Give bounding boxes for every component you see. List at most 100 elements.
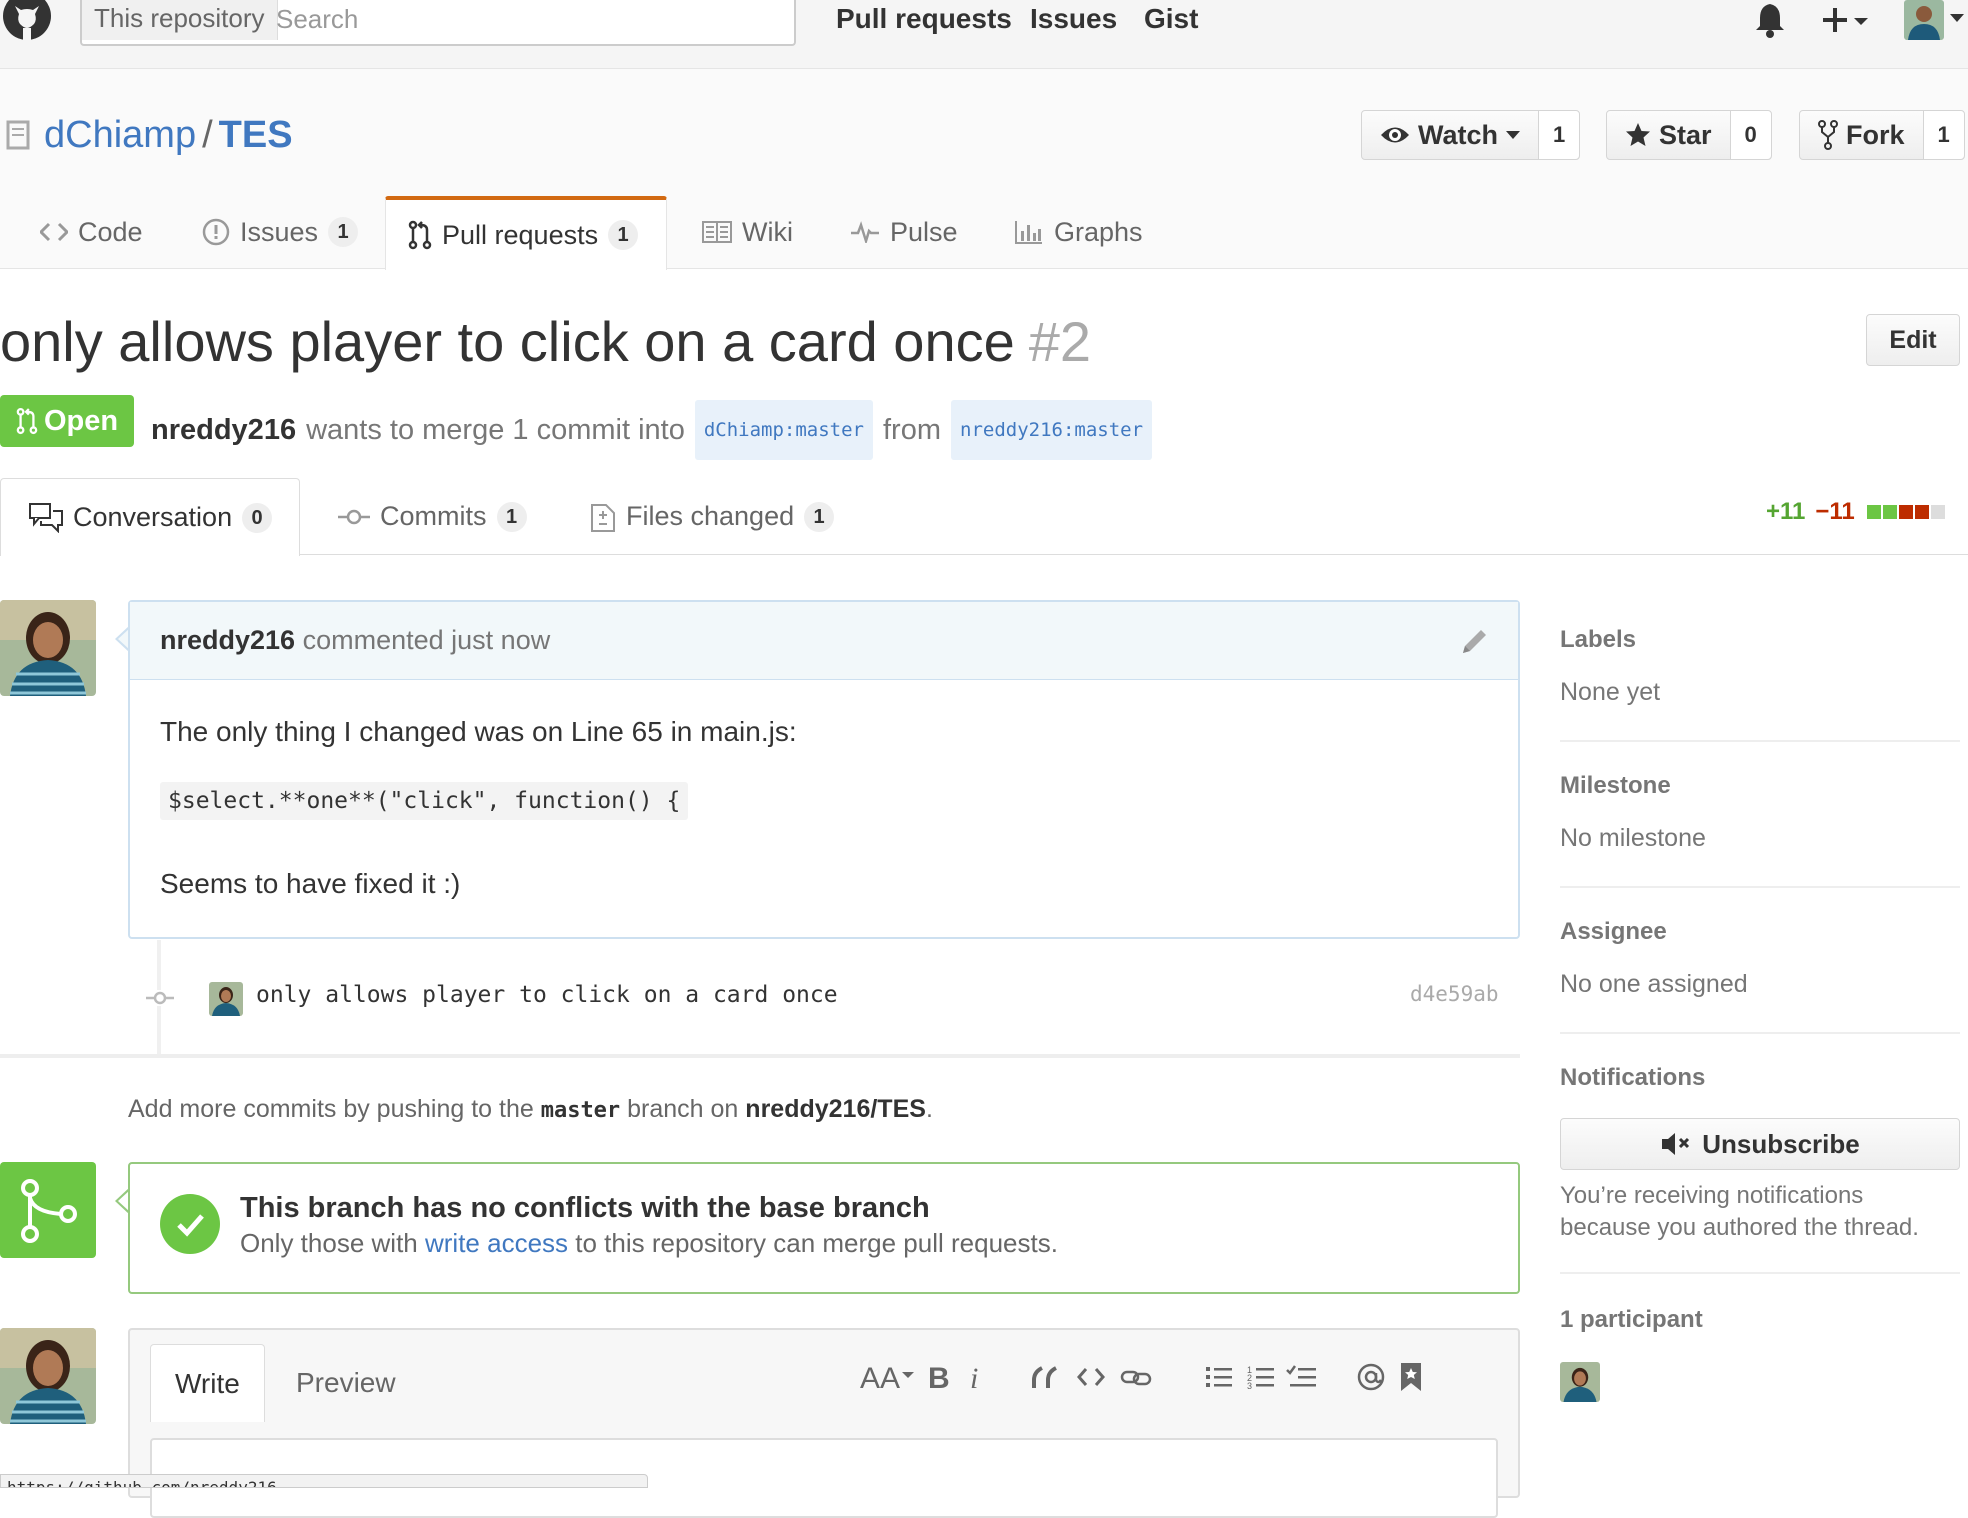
timeline-divider xyxy=(0,1054,1520,1058)
repo-title-separator: / xyxy=(202,114,213,156)
star-count[interactable]: 0 xyxy=(1729,111,1771,159)
pr-merge-text: wants to merge 1 commit into xyxy=(306,414,685,446)
repo-tab-pulse[interactable]: Pulse xyxy=(828,196,980,268)
pr-author-link[interactable]: nreddy216 xyxy=(151,409,296,451)
comment-code-text: $select.**one**("click", function() { xyxy=(160,782,689,820)
repo-tab-graphs[interactable]: Graphs xyxy=(992,196,1165,268)
merge-sub-pre: Only those with xyxy=(240,1228,418,1258)
nav-issues[interactable]: Issues xyxy=(1030,0,1117,38)
ordered-list-icon[interactable]: 123 xyxy=(1246,1362,1276,1392)
composer-preview-tab[interactable]: Preview xyxy=(272,1344,420,1422)
nav-gist[interactable]: Gist xyxy=(1144,0,1198,38)
watch-caret-icon xyxy=(1506,130,1520,140)
unsubscribe-button[interactable]: Unsubscribe xyxy=(1560,1118,1960,1170)
pr-tab-commits-count: 1 xyxy=(496,501,527,532)
link-icon[interactable] xyxy=(1120,1362,1154,1392)
text-size-icon[interactable]: AA xyxy=(860,1362,916,1392)
push-hint: Add more commits by pushing to the maste… xyxy=(128,1095,933,1124)
repo-title: dChiamp / TES xyxy=(44,112,293,158)
git-commit-icon xyxy=(338,509,370,525)
comment-author-link[interactable]: nreddy216 xyxy=(160,625,295,655)
code-icon[interactable] xyxy=(1076,1362,1106,1392)
commit-sha-link[interactable]: d4e59ab xyxy=(1410,982,1499,1006)
notifications-bell-icon[interactable] xyxy=(1754,2,1786,38)
watch-count[interactable]: 1 xyxy=(1538,111,1580,159)
repo-name-link[interactable]: TES xyxy=(219,114,293,156)
edit-pencil-icon[interactable] xyxy=(1460,626,1490,656)
italic-icon[interactable]: i xyxy=(968,1362,984,1392)
comment-author-avatar[interactable] xyxy=(0,600,96,696)
diffstat-blocks xyxy=(1865,498,1945,526)
pulse-icon xyxy=(850,221,880,243)
task-list-icon[interactable] xyxy=(1286,1362,1318,1392)
sidebar-milestone-heading[interactable]: Milestone xyxy=(1560,772,1671,800)
pr-state-label: Open xyxy=(43,404,119,437)
check-circle-icon xyxy=(160,1194,220,1254)
bold-icon[interactable]: B xyxy=(928,1362,952,1392)
svg-text:3: 3 xyxy=(1247,1381,1252,1391)
repo-owner-link[interactable]: dChiamp xyxy=(44,114,196,156)
commit-message-link[interactable]: only allows player to click on a card on… xyxy=(256,982,838,1008)
push-hint-mid: branch on xyxy=(627,1095,739,1123)
commit-author-avatar[interactable] xyxy=(209,982,243,1016)
repo-tab-code[interactable]: Code xyxy=(18,196,165,268)
pr-tab-conversation[interactable]: Conversation 0 xyxy=(0,478,300,556)
sidebar-assignee-heading[interactable]: Assignee xyxy=(1560,918,1667,946)
unsubscribe-label: Unsubscribe xyxy=(1702,1128,1860,1159)
merge-status-box: This branch has no conflicts with the ba… xyxy=(128,1162,1520,1294)
github-logo-icon[interactable] xyxy=(2,0,60,48)
composer-write-tab[interactable]: Write xyxy=(150,1344,265,1422)
nav-pull-requests[interactable]: Pull requests xyxy=(836,0,1012,38)
svg-text:AA: AA xyxy=(860,1362,900,1392)
search-box[interactable]: This repository xyxy=(80,0,796,46)
repo-tab-code-label: Code xyxy=(78,216,143,247)
repo-tab-pull-requests-label: Pull requests xyxy=(442,219,599,250)
notifications-reason: You’re receiving notifications because y… xyxy=(1560,1182,1919,1241)
svg-text:B: B xyxy=(928,1362,950,1392)
merge-status-subtitle: Only those with write access to this rep… xyxy=(240,1228,1058,1259)
fork-icon xyxy=(1818,120,1838,150)
repo-tab-pull-requests-count: 1 xyxy=(608,220,639,250)
mention-icon[interactable] xyxy=(1356,1362,1386,1392)
watch-label: Watch xyxy=(1418,119,1498,150)
git-commit-icon xyxy=(146,990,174,1006)
saved-reply-icon[interactable] xyxy=(1400,1362,1422,1392)
head-branch-ref[interactable]: nreddy216:master xyxy=(951,400,1153,460)
search-scope-label: This repository xyxy=(82,0,278,40)
repo-tab-issues[interactable]: Issues 1 xyxy=(180,196,380,268)
comment-timestamp[interactable]: commented just now xyxy=(303,625,551,655)
pr-tab-commits[interactable]: Commits 1 xyxy=(310,478,555,555)
pr-tab-files-changed[interactable]: Files changed 1 xyxy=(562,478,862,555)
user-avatar[interactable] xyxy=(1904,0,1944,40)
repo-tab-issues-label: Issues xyxy=(240,216,319,247)
watch-button-group: Watch 1 xyxy=(1361,110,1581,160)
repo-tab-pulse-label: Pulse xyxy=(890,216,958,247)
sidebar-divider xyxy=(1560,886,1960,888)
search-input[interactable] xyxy=(274,0,778,38)
write-access-link[interactable]: write access xyxy=(425,1228,568,1258)
comment-box: nreddy216 commented just now The only th… xyxy=(128,600,1520,939)
pr-meta: nreddy216 wants to merge 1 commit into d… xyxy=(151,400,1153,460)
repo-tab-pull-requests[interactable]: Pull requests 1 xyxy=(385,196,667,270)
file-diff-icon xyxy=(590,501,616,533)
create-new-plus-icon[interactable] xyxy=(1822,6,1872,36)
quote-icon[interactable] xyxy=(1030,1362,1060,1392)
base-branch-ref[interactable]: dChiamp:master xyxy=(694,400,873,460)
participant-avatar[interactable] xyxy=(1560,1362,1600,1402)
user-menu-caret-icon[interactable] xyxy=(1950,14,1964,24)
star-button[interactable]: Star xyxy=(1607,111,1730,159)
sidebar-milestone-value: No milestone xyxy=(1560,824,1706,852)
edit-title-button[interactable]: Edit xyxy=(1866,314,1960,366)
sidebar-labels-heading[interactable]: Labels xyxy=(1560,626,1636,654)
fork-button[interactable]: Fork xyxy=(1800,111,1923,159)
repo-tab-wiki[interactable]: Wiki xyxy=(680,196,815,268)
viewer-avatar[interactable] xyxy=(0,1328,96,1424)
repo-tab-graphs-label: Graphs xyxy=(1054,216,1143,247)
issue-opened-icon xyxy=(202,218,230,246)
watch-button[interactable]: Watch xyxy=(1362,111,1538,159)
svg-text:i: i xyxy=(970,1362,978,1392)
unordered-list-icon[interactable] xyxy=(1204,1362,1234,1392)
fork-count[interactable]: 1 xyxy=(1922,111,1964,159)
pr-tab-commits-label: Commits xyxy=(380,501,487,531)
comment-header: nreddy216 commented just now xyxy=(130,602,1518,680)
